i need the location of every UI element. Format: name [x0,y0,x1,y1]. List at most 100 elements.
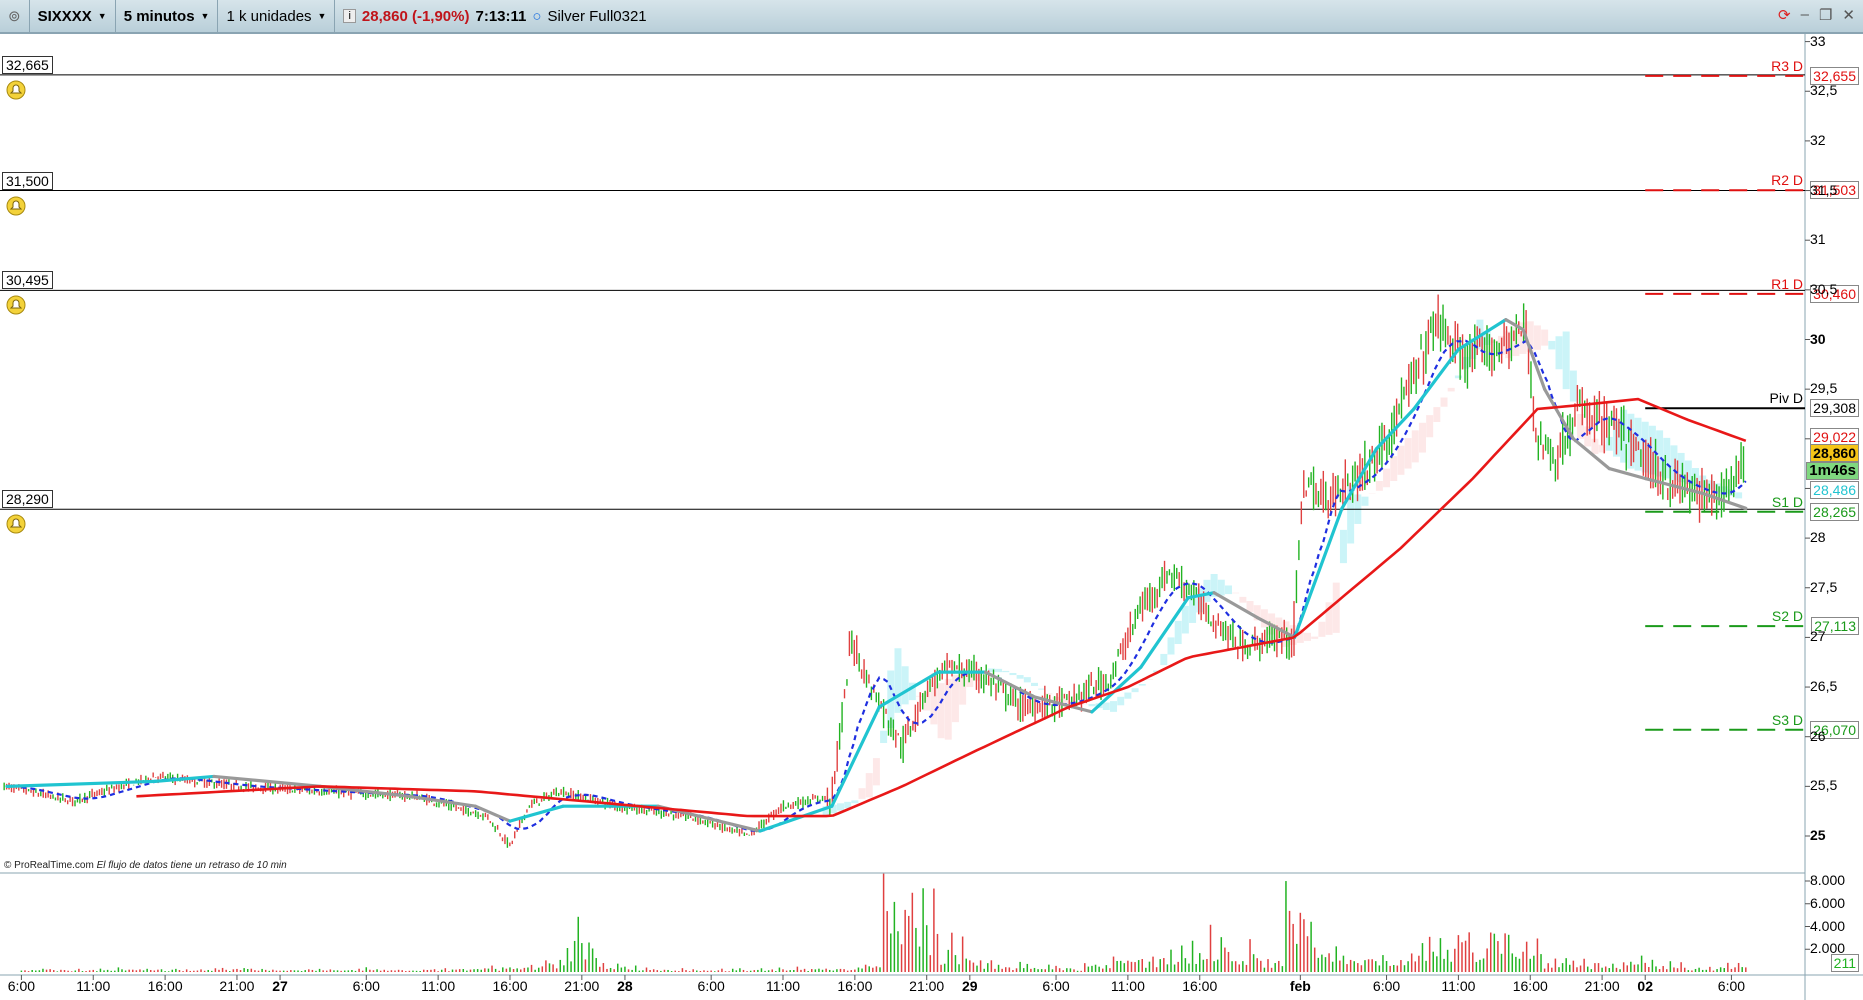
price-tick-label: 31,5 [1810,181,1838,198]
ma-cyan-value: 28,486 [1810,480,1859,499]
restore-icon[interactable]: ❐ [1819,6,1832,24]
signal-line-dashed [21,339,1747,832]
credit-brand: © ProRealTime.com [4,860,94,871]
price-tick-label: 27,5 [1810,578,1838,595]
symbol-dropdown[interactable]: SIXXXX ▼ [30,0,116,32]
time-tick-label: 11:00 [1110,978,1145,994]
price-tick-label: 26,5 [1810,678,1838,695]
time-tick-label: 6:00 [1717,978,1746,994]
price-tick-label: 31 [1810,231,1826,248]
time-tick-label: 16:00 [147,978,183,994]
time-tick-label: 11:00 [1441,978,1476,994]
time-tick-label: 21:00 [1584,978,1620,994]
pivot-name: R3 D [1771,57,1803,74]
pivot-name: R2 D [1771,172,1803,189]
minimize-icon[interactable]: – [1801,6,1809,24]
price-chart[interactable] [0,34,1863,1000]
time-tick-label: 21:00 [909,978,945,994]
price-tick-label: 32 [1810,131,1826,148]
window-controls: ⟳ – ❐ ✕ [1778,6,1855,24]
fast-ma-segment [1543,387,1575,441]
status-circle-icon: ○ [532,7,542,25]
quote-info: i 28,860 (-1,90%) 7:13:11 ○ Silver Full0… [335,0,654,32]
pivot-name: S3 D [1771,711,1803,728]
time-tick-label: 21:00 [219,978,255,994]
time-tick-label: 21:00 [564,978,600,994]
time-tick-label: 6:00 [352,978,380,994]
credit-text: © ProRealTime.com El flujo de datos tien… [4,860,287,871]
time-tick-label: feb [1289,978,1311,994]
link-icon[interactable]: ⊚ [0,0,30,32]
chevron-down-icon: ▼ [317,11,327,21]
time-tick-label: 16:00 [1512,978,1548,994]
volume-last-value: 211 [1830,954,1859,972]
units-dropdown[interactable]: 1 k unidades ▼ [218,0,336,32]
fast-ma-segment [473,804,512,823]
time-tick-label: 02 [1637,978,1653,994]
bell-icon[interactable] [6,514,26,534]
bell-icon[interactable] [6,80,26,100]
timeframe-label: 5 minutos [123,7,195,25]
last-price-value: 28,860 [1810,443,1859,462]
price-tick-label: 29,5 [1810,380,1838,397]
symbol-label: SIXXXX [37,7,92,25]
price-tick-label: 26 [1810,727,1826,744]
quote-time: 7:13:11 [475,7,527,25]
fast-ma-segment [758,804,834,833]
price-tick-label: 33 [1810,32,1826,49]
fast-ma-segment [508,804,565,823]
time-tick-label: 16:00 [492,978,528,994]
time-tick-label: 16:00 [1182,978,1218,994]
instrument-name: Silver Full0321 [547,7,647,25]
time-tick-label: 6:00 [697,978,725,994]
pivot-name: R1 D [1771,275,1803,292]
info-icon[interactable]: i [343,9,356,23]
pivot-value: 29,308 [1810,399,1859,418]
time-tick-label: 6:00 [7,978,36,994]
chart-toolbar: ⊚ SIXXXX ▼ 5 minutos ▼ 1 k unidades ▼ i 28,… [0,0,1863,34]
volume-tick-label: 8.000 [1810,872,1846,888]
time-tick-label: 27 [272,978,288,994]
alert-label[interactable]: 32,665 [2,55,53,74]
pivot-name: Piv D [1769,390,1803,407]
price-tick-label: 28 [1810,529,1826,546]
chevron-down-icon: ▼ [200,11,210,21]
timeframe-dropdown[interactable]: 5 minutos ▼ [116,0,219,32]
alert-label[interactable]: 30,495 [2,271,53,290]
pivot-name: S2 D [1771,608,1803,625]
bell-icon[interactable] [6,196,26,216]
price-tick-label: 25,5 [1810,777,1838,794]
slow-ma-line [136,397,1747,818]
time-tick-label: 11:00 [766,978,800,994]
price-tick-label: 30 [1810,330,1826,347]
fast-ma-segment [407,794,478,808]
price-tick-label: 25 [1810,827,1826,843]
fast-ma-segment [1412,347,1461,411]
time-tick-label: 6:00 [1042,978,1070,994]
alert-label[interactable]: 31,500 [2,171,53,190]
time-tick-label: 11:00 [421,978,456,994]
price-change: 28,860 (-1,90%) [361,7,470,25]
volume-tick-label: 6.000 [1810,894,1846,911]
time-tick-label: 28 [617,978,633,994]
time-tick-label: 29 [962,978,978,994]
fast-ma-segment [212,774,322,788]
time-tick-label: 16:00 [837,978,873,994]
pivot-value: 28,265 [1810,502,1859,521]
close-icon[interactable]: ✕ [1842,6,1855,24]
price-tick-label: 27 [1810,628,1826,645]
price-tick-label: 30,5 [1810,280,1838,297]
time-tick-label: 11:00 [76,978,111,994]
alert-label[interactable]: 28,290 [2,490,53,509]
price-tick-label: 32,5 [1810,82,1838,99]
pivot-name: S1 D [1771,493,1803,510]
bell-icon[interactable] [6,295,26,315]
refresh-icon[interactable]: ⟳ [1778,6,1791,24]
fast-ma-segment [5,779,157,788]
countdown-timer: 1m46s [1806,461,1859,480]
delay-note: El flujo de datos tiene un retraso de 10… [96,860,287,871]
volume-tick-label: 4.000 [1810,917,1846,934]
units-label: 1 k unidades [226,7,312,25]
chevron-down-icon: ▼ [97,11,107,21]
time-tick-label: 6:00 [1372,978,1401,994]
